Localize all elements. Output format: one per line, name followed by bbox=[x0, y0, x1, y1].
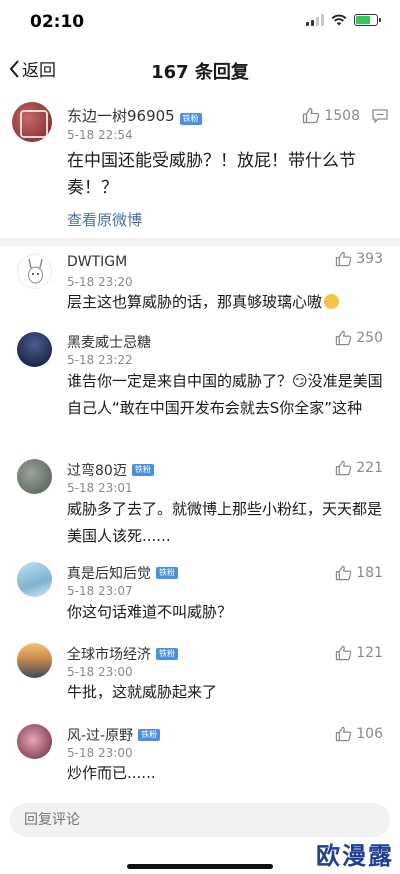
reply-text: 谁告你一定是来自中国的威胁了？😏没准是美国自己人“敢在中国开发布会就去S你全家”… bbox=[67, 372, 383, 417]
reply-author[interactable]: 风-过-原野 铁粉 bbox=[67, 725, 161, 745]
home-indicator[interactable] bbox=[127, 864, 273, 869]
divider bbox=[0, 238, 400, 246]
fan-badge: 铁粉 bbox=[156, 567, 178, 579]
post-time: 5-18 22:54 bbox=[67, 128, 133, 142]
reply-like-count: 106 bbox=[356, 726, 383, 742]
avatar[interactable] bbox=[17, 562, 52, 597]
reply-like-button[interactable]: 121 bbox=[335, 645, 383, 661]
post-text: 在中国还能受威胁？！放屁！带什么节奏！？ bbox=[67, 151, 356, 198]
reply-text-content: 层主这也算威胁的话，那真够玻璃心嗷 bbox=[67, 293, 323, 311]
reply-author-name: 过弯80迈 bbox=[67, 463, 127, 479]
reply-comment-input[interactable] bbox=[10, 803, 390, 837]
thumbs-up-icon bbox=[336, 565, 352, 581]
post-like-button[interactable]: 1508 bbox=[302, 107, 360, 124]
reply-author-name: 真是后知后觉 bbox=[67, 566, 151, 582]
thumbs-up-icon bbox=[303, 107, 320, 124]
reply-author[interactable]: 黑麦威士忌糖 bbox=[67, 332, 151, 352]
battery-icon bbox=[354, 14, 381, 26]
reply-text: 你这句话难道不叫威胁？ bbox=[67, 603, 233, 621]
reply-item: 黑麦威士忌糖 5-18 23:22 谁告你一定是来自中国的威胁了？😏没准是美国自… bbox=[0, 325, 400, 459]
wifi-icon bbox=[331, 14, 347, 26]
reply-like-button[interactable]: 250 bbox=[335, 330, 383, 346]
avatar[interactable] bbox=[17, 724, 52, 759]
fan-badge: 铁粉 bbox=[131, 464, 154, 476]
reply-author[interactable]: 真是后知后觉 铁粉 bbox=[67, 563, 178, 583]
reply-like-count: 393 bbox=[356, 251, 383, 267]
post-like-count: 1508 bbox=[324, 107, 360, 124]
view-original-link[interactable]: 查看原微博 bbox=[67, 209, 142, 230]
avatar[interactable] bbox=[17, 459, 52, 494]
thumbs-up-icon bbox=[336, 460, 352, 476]
thumbs-up-icon bbox=[336, 330, 352, 346]
reply-time: 5-18 23:20 bbox=[67, 275, 133, 289]
avatar[interactable] bbox=[17, 643, 52, 678]
thumbs-up-icon bbox=[336, 251, 352, 267]
reply-item: 真是后知后觉 铁粉 5-18 23:07 你这句话难道不叫威胁？ 181 bbox=[0, 562, 400, 642]
thumbs-up-icon bbox=[336, 726, 352, 742]
fan-badge: 铁粉 bbox=[138, 729, 161, 741]
reply-author-name: 全球市场经济 bbox=[67, 647, 151, 663]
page-title: 167 条回复 bbox=[151, 62, 249, 83]
reply-author[interactable]: 过弯80迈 铁粉 bbox=[67, 460, 154, 480]
fan-badge: 铁粉 bbox=[156, 648, 178, 660]
reply-text: 牛批，这就威胁起来了 bbox=[67, 683, 218, 701]
original-post: 东边一树96905 铁粉 5-18 22:54 在中国还能受威胁？！放屁！带什么… bbox=[0, 92, 400, 238]
reply-like-count: 121 bbox=[356, 645, 383, 661]
reply-item: 全球市场经济 铁粉 5-18 23:00 牛批，这就威胁起来了 121 bbox=[0, 642, 400, 723]
reply-time: 5-18 23:07 bbox=[67, 584, 133, 598]
reply-item: DWTIGM 5-18 23:20 层主这也算威胁的话，那真够玻璃心嗷 393 bbox=[0, 246, 400, 325]
reply-author-name: 风-过-原野 bbox=[67, 728, 134, 744]
reply-author-name: 黑麦威士忌糖 bbox=[67, 335, 151, 351]
reply-like-button[interactable]: 221 bbox=[335, 460, 383, 476]
status-time: 02:10 bbox=[30, 12, 85, 32]
reply-time: 5-18 23:22 bbox=[67, 353, 133, 367]
reply-like-count: 181 bbox=[356, 565, 383, 581]
reply-item: 风-过-原野 铁粉 5-18 23:00 炒作而已...... 106 bbox=[0, 723, 400, 793]
reply-like-button[interactable]: 393 bbox=[335, 251, 383, 267]
status-icons bbox=[306, 14, 381, 26]
watermark: 欧漫露 bbox=[316, 842, 394, 870]
reply-author[interactable]: DWTIGM bbox=[67, 254, 127, 270]
reply-text: 炒作而已...... bbox=[67, 764, 156, 782]
reply-time: 5-18 23:00 bbox=[67, 746, 133, 760]
nav-bar: 返回 167 条回复 bbox=[0, 48, 400, 92]
reply-time: 5-18 23:00 bbox=[67, 665, 133, 679]
avatar[interactable] bbox=[17, 254, 52, 289]
sweat-emoji-icon bbox=[324, 294, 340, 309]
reply-text: 层主这也算威胁的话，那真够玻璃心嗷 bbox=[67, 289, 383, 316]
avatar[interactable] bbox=[17, 332, 52, 367]
reply-author-name: DWTIGM bbox=[67, 254, 128, 270]
signal-icon bbox=[306, 14, 324, 26]
reply-like-button[interactable]: 181 bbox=[335, 565, 383, 581]
reply-time: 5-18 23:01 bbox=[67, 481, 133, 495]
reply-like-count: 221 bbox=[356, 460, 383, 476]
reply-like-count: 250 bbox=[356, 330, 383, 346]
reply-like-button[interactable]: 106 bbox=[335, 726, 383, 742]
reply-item: 过弯80迈 铁粉 5-18 23:01 威胁多了去了。就微博上那些小粉红，天天都是… bbox=[0, 459, 400, 562]
comment-icon[interactable] bbox=[372, 109, 388, 123]
post-author[interactable]: 东边一树96905 铁粉 bbox=[67, 105, 202, 126]
reply-author[interactable]: 全球市场经济 铁粉 bbox=[67, 644, 178, 664]
status-bar: 02:10 bbox=[0, 0, 400, 44]
reply-text: 威胁多了去了。就微博上那些小粉红，天天都是美国人该死...... bbox=[67, 500, 383, 545]
fan-badge: 铁粉 bbox=[179, 113, 202, 125]
thumbs-up-icon bbox=[336, 645, 352, 661]
post-author-name: 东边一树96905 bbox=[67, 107, 175, 125]
avatar[interactable] bbox=[12, 102, 52, 142]
